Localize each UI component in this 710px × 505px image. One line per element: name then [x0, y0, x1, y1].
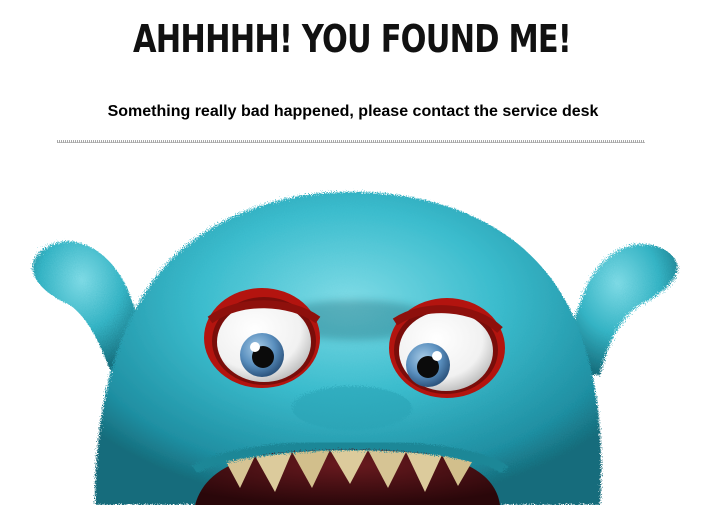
monster-mouth [192, 440, 509, 505]
error-message: Something really bad happened, please co… [107, 103, 599, 120]
left-eye [204, 288, 321, 388]
furry-monster-illustration [32, 191, 678, 505]
right-eye [389, 298, 505, 398]
error-page: AHHHHH! YOU FOUND ME! Something really b… [0, 0, 710, 505]
error-headline: AHHHHH! YOU FOUND ME! [133, 17, 572, 61]
dotted-divider [57, 140, 645, 143]
